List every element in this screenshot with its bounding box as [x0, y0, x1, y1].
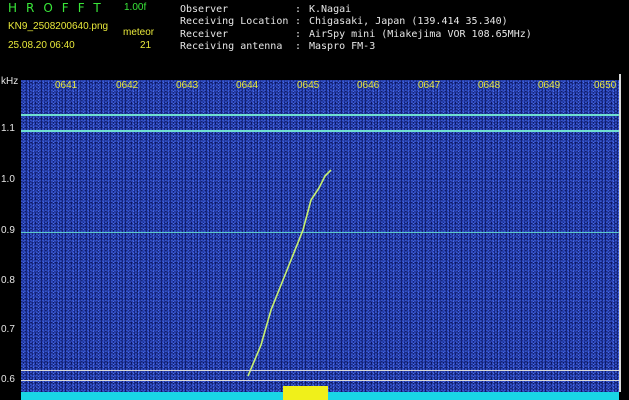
spectrum-bar	[21, 386, 619, 400]
x-tick-label: 0644	[236, 80, 259, 91]
meteor-trace	[247, 169, 332, 377]
info-separator: :	[295, 28, 302, 40]
info-key: Receiving Location	[180, 16, 289, 28]
info-key: Receiving antenna	[180, 40, 283, 52]
y-tick-label: 0.8	[1, 275, 15, 286]
y-tick-label: 0.6	[1, 374, 15, 385]
right-frame	[619, 74, 621, 392]
y-tick-label: 1.0	[1, 174, 15, 185]
x-tick-label: 0648	[478, 80, 501, 91]
x-tick-label: 0645	[297, 80, 320, 91]
info-row-antenna: Receiving antenna: Maspro FM-3	[180, 41, 532, 53]
timestamp: 25.08.20 06:40	[8, 40, 75, 51]
meteor-burst	[283, 386, 328, 400]
spectrogram	[21, 80, 619, 392]
app-version: 1.00f	[124, 2, 147, 13]
info-separator: :	[295, 4, 302, 15]
meteor-label: meteor	[123, 27, 155, 38]
image-filename: KN9_2508200640.png	[8, 21, 109, 32]
info-separator: :	[295, 40, 302, 52]
info-row-receiver: Receiver: AirSpy mini (Miakejima VOR 108.…	[180, 29, 532, 41]
info-value: AirSpy mini (Miakejima VOR 108.65MHz)	[309, 28, 532, 40]
header: HROFFT 1.00f KN9_2508200640.png meteor 2…	[0, 0, 629, 74]
x-tick-label: 0647	[418, 80, 441, 91]
x-tick-label: 0643	[176, 80, 199, 91]
x-tick-label: 0650	[594, 80, 617, 91]
info-key: Receiver	[180, 28, 229, 40]
y-tick-label: 1.1	[1, 123, 15, 134]
x-tick-label: 0642	[116, 80, 139, 91]
reference-line-lower	[21, 380, 619, 381]
info-separator: :	[295, 16, 302, 28]
station-info: Observer: K.Nagai Receiving Location: Chig…	[180, 4, 532, 53]
info-value: K.Nagai	[309, 4, 352, 15]
info-value: Maspro FM-3	[309, 40, 376, 52]
info-key: Observer	[180, 4, 229, 15]
y-tick-label: 0.7	[1, 324, 15, 335]
y-axis-unit: kHz	[1, 76, 19, 87]
x-tick-label: 0641	[55, 80, 78, 91]
info-row-observer: Observer: K.Nagai	[180, 4, 532, 16]
y-tick-label: 0.9	[1, 225, 15, 236]
info-value: Chigasaki, Japan (139.414 35.340)	[309, 16, 508, 28]
reference-line-upper	[21, 370, 619, 371]
info-row-location: Receiving Location: Chigasaki, Japan (139…	[180, 16, 532, 28]
x-tick-label: 0649	[538, 80, 561, 91]
app-title: HROFFT	[8, 1, 110, 15]
x-tick-label: 0646	[357, 80, 380, 91]
meteor-count: 21	[140, 40, 152, 51]
